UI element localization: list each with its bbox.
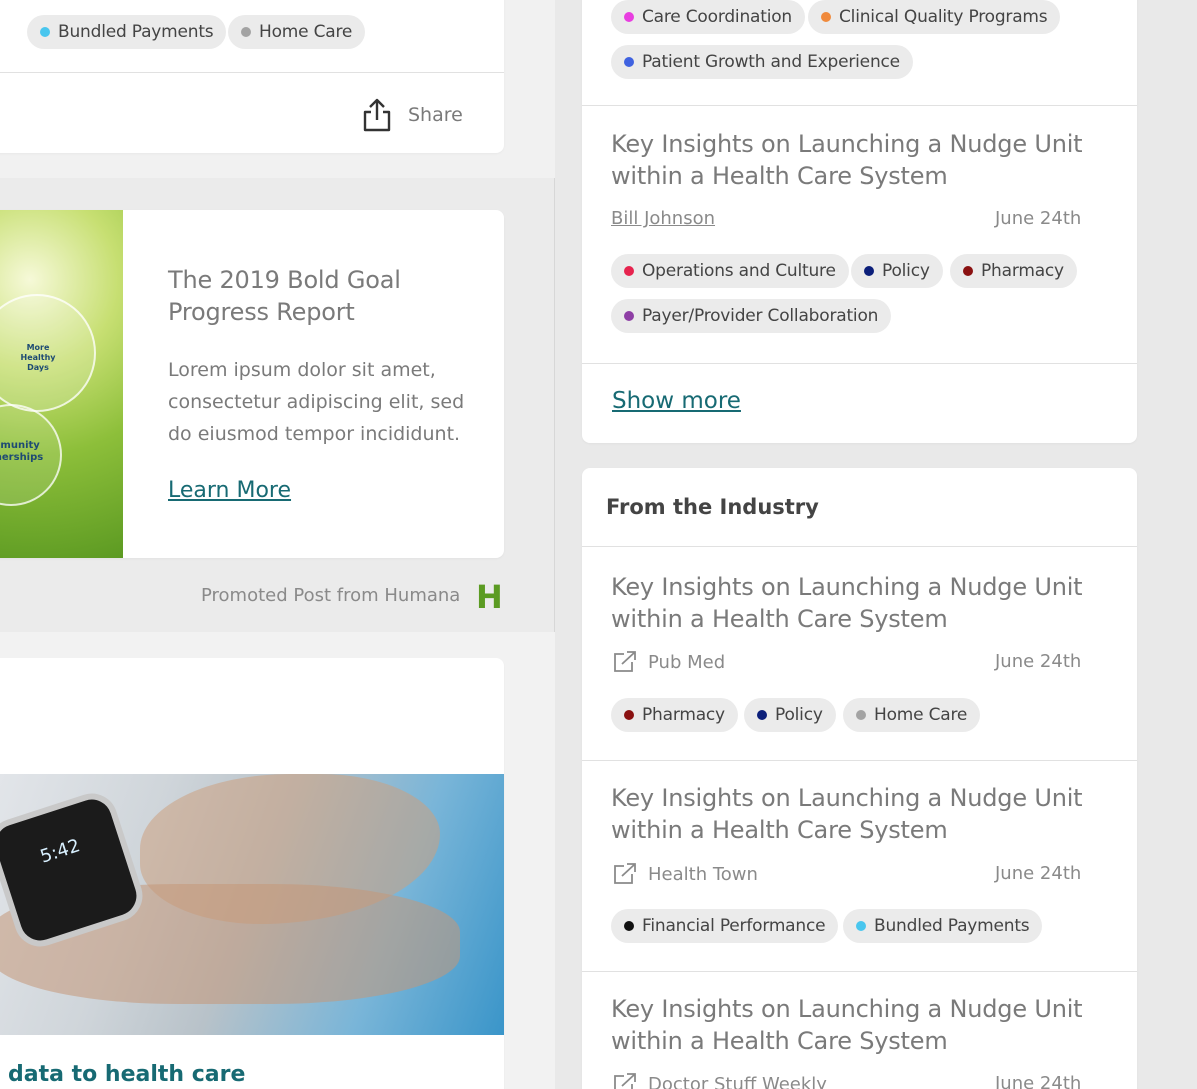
article-source[interactable]: Health Town	[612, 862, 758, 886]
tag-chip-bundled-payments[interactable]: Bundled Payments	[843, 909, 1043, 943]
promo-image: More Healthy Days mmunity tnerships	[0, 210, 123, 558]
promo-card: More Healthy Days mmunity tnerships The …	[0, 210, 504, 558]
industry-article-title[interactable]: Key Insights on Launching a Nudge Unit w…	[611, 782, 1083, 846]
article-title[interactable]: Key Insights on Launching a Nudge Unit w…	[611, 128, 1083, 192]
article-title-line: within a Health Care System	[611, 816, 948, 844]
tag-chip-bundled-payments[interactable]: Bundled Payments	[27, 15, 227, 49]
source-label: Pub Med	[648, 651, 726, 673]
tag-dot-icon	[864, 266, 874, 276]
card-divider	[582, 105, 1137, 106]
author-link[interactable]: Bill Johnson	[611, 208, 715, 229]
tag-chip-label: Clinical Quality Programs	[839, 7, 1048, 27]
industry-article-title[interactable]: Key Insights on Launching a Nudge Unit w…	[611, 993, 1083, 1057]
article-date: June 24th	[995, 863, 1082, 884]
tag-dot-icon	[624, 710, 634, 720]
tag-chip-label: Operations and Culture	[642, 261, 836, 281]
tag-chip-label: Financial Performance	[642, 916, 826, 936]
tag-chip-label: Policy	[775, 705, 823, 725]
share-icon	[363, 98, 391, 132]
tag-chip-patient-growth[interactable]: Patient Growth and Experience	[611, 45, 913, 79]
humana-logo: H	[476, 578, 503, 616]
article-date: June 24th	[995, 208, 1082, 229]
learn-more-link[interactable]: Learn More	[168, 478, 291, 503]
article-title-line: Key Insights on Launching a Nudge Unit	[611, 784, 1083, 812]
tag-dot-icon	[856, 921, 866, 931]
source-label: Health Town	[648, 863, 758, 885]
tag-chip-policy[interactable]: Policy	[851, 254, 943, 288]
external-link-icon	[614, 651, 636, 672]
tag-chip-policy[interactable]: Policy	[744, 698, 836, 732]
article-title-line: within a Health Care System	[611, 605, 948, 633]
tag-dot-icon	[963, 266, 973, 276]
topics-card: Care Coordination Clinical Quality Progr…	[582, 0, 1137, 443]
promo-body: Lorem ipsum dolor sit amet, consectetur …	[168, 359, 465, 445]
tag-chip-financial-performance[interactable]: Financial Performance	[611, 909, 839, 943]
tag-dot-icon	[624, 57, 634, 67]
tag-chip-label: Home Care	[259, 22, 353, 42]
article-source[interactable]: Pub Med	[612, 650, 725, 674]
tag-chip-home-care[interactable]: Home Care	[843, 698, 981, 732]
tag-chip-label: Patient Growth and Experience	[642, 52, 900, 72]
source-label: Doctor Stuff Weekly	[648, 1073, 827, 1089]
external-link-icon	[614, 1073, 636, 1089]
article-headline[interactable]: data to health care	[8, 1062, 245, 1087]
share-label: Share	[408, 104, 463, 126]
industry-article-title[interactable]: Key Insights on Launching a Nudge Unit w…	[611, 571, 1083, 635]
tag-chip-payer-provider[interactable]: Payer/Provider Collaboration	[611, 299, 892, 333]
article-date: June 24th	[995, 1073, 1082, 1089]
article-source[interactable]: Doctor Stuff Weekly	[612, 1072, 827, 1089]
card-divider	[582, 760, 1137, 761]
promoted-post-label: Promoted Post from Humana	[201, 585, 461, 606]
feed-card-bottom: 5:42 data to health care	[0, 658, 504, 1089]
tag-chip-label: Bundled Payments	[874, 916, 1030, 936]
tag-dot-icon	[241, 27, 251, 37]
card-divider	[582, 971, 1137, 972]
article-title-line: Key Insights on Launching a Nudge Unit	[611, 573, 1083, 601]
card-divider	[0, 72, 504, 73]
tag-chip-label: Bundled Payments	[58, 22, 214, 42]
article-title-line: Key Insights on Launching a Nudge Unit	[611, 995, 1083, 1023]
watch-time: 5:42	[37, 835, 83, 868]
tag-dot-icon	[624, 921, 634, 931]
tag-chip-label: Pharmacy	[642, 705, 725, 725]
tag-chip-label: Home Care	[874, 705, 968, 725]
card-divider	[582, 546, 1137, 547]
industry-card: From the Industry Key Insights on Launch…	[582, 468, 1137, 1089]
article-title-line: within a Health Care System	[611, 162, 948, 190]
tag-dot-icon	[624, 311, 634, 321]
tag-chip-pharmacy[interactable]: Pharmacy	[950, 254, 1077, 288]
article-title-line: Key Insights on Launching a Nudge Unit	[611, 130, 1083, 158]
card-divider	[582, 363, 1137, 364]
section-heading: From the Industry	[606, 495, 819, 519]
article-title-line: within a Health Care System	[611, 1027, 948, 1055]
feed-card-top: e Bundled Payments Home Care Share	[0, 0, 504, 153]
tag-dot-icon	[757, 710, 767, 720]
image-text: mmunity tnerships	[0, 440, 44, 463]
external-link-icon	[614, 863, 636, 884]
tag-chip-operations[interactable]: Operations and Culture	[611, 254, 849, 288]
article-date: June 24th	[995, 651, 1082, 672]
tag-chip-label: Payer/Provider Collaboration	[642, 306, 879, 326]
tag-dot-icon	[624, 12, 634, 22]
tag-chip-label: Care Coordination	[642, 7, 792, 27]
tag-chip-home-care[interactable]: Home Care	[228, 15, 366, 49]
promo-title: The 2019 Bold Goal Progress Report	[168, 266, 401, 326]
tag-chip-clinical-quality[interactable]: Clinical Quality Programs	[808, 0, 1061, 34]
tag-chip-care-coordination[interactable]: Care Coordination	[611, 0, 805, 34]
show-more-link[interactable]: Show more	[612, 388, 741, 414]
tag-dot-icon	[40, 27, 50, 37]
tag-dot-icon	[624, 266, 634, 276]
main-feed-column: e Bundled Payments Home Care Share More …	[0, 0, 555, 1089]
tag-chip-label: Policy	[882, 261, 930, 281]
tag-dot-icon	[821, 12, 831, 22]
tag-dot-icon	[856, 710, 866, 720]
tag-chip-pharmacy[interactable]: Pharmacy	[611, 698, 738, 732]
tag-chip-label: Pharmacy	[981, 261, 1064, 281]
watch-photo: 5:42	[0, 774, 504, 1035]
image-text: More Healthy Days	[20, 343, 56, 372]
share-button[interactable]: Share	[362, 98, 463, 132]
